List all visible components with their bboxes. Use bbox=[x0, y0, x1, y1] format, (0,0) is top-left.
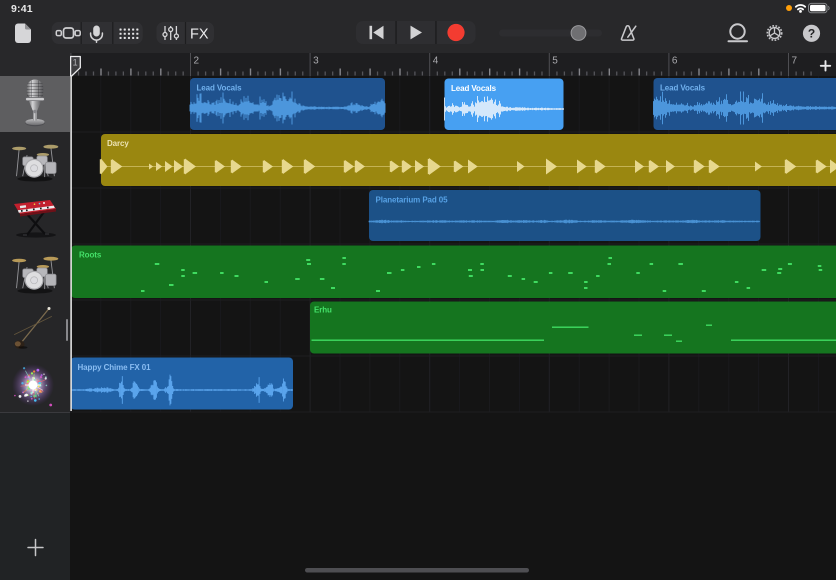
svg-text:5: 5 bbox=[552, 56, 558, 67]
svg-text:3: 3 bbox=[313, 56, 319, 67]
svg-text:4: 4 bbox=[433, 56, 439, 67]
svg-text:Planetarium Pad 05: Planetarium Pad 05 bbox=[376, 196, 449, 205]
svg-text:6: 6 bbox=[672, 56, 678, 67]
svg-text:Darcy: Darcy bbox=[107, 139, 129, 148]
svg-text:Lead Vocals: Lead Vocals bbox=[197, 84, 243, 93]
svg-text:1: 1 bbox=[73, 58, 78, 68]
svg-text:7: 7 bbox=[792, 56, 798, 67]
svg-text:Lead Vocals: Lead Vocals bbox=[660, 84, 706, 93]
svg-text:Erhu: Erhu bbox=[314, 306, 332, 315]
svg-text:Lead Vocals: Lead Vocals bbox=[451, 84, 497, 93]
svg-text:Roots: Roots bbox=[79, 251, 102, 260]
svg-text:Happy Chime FX 01: Happy Chime FX 01 bbox=[78, 363, 152, 372]
svg-text:2: 2 bbox=[194, 56, 200, 67]
